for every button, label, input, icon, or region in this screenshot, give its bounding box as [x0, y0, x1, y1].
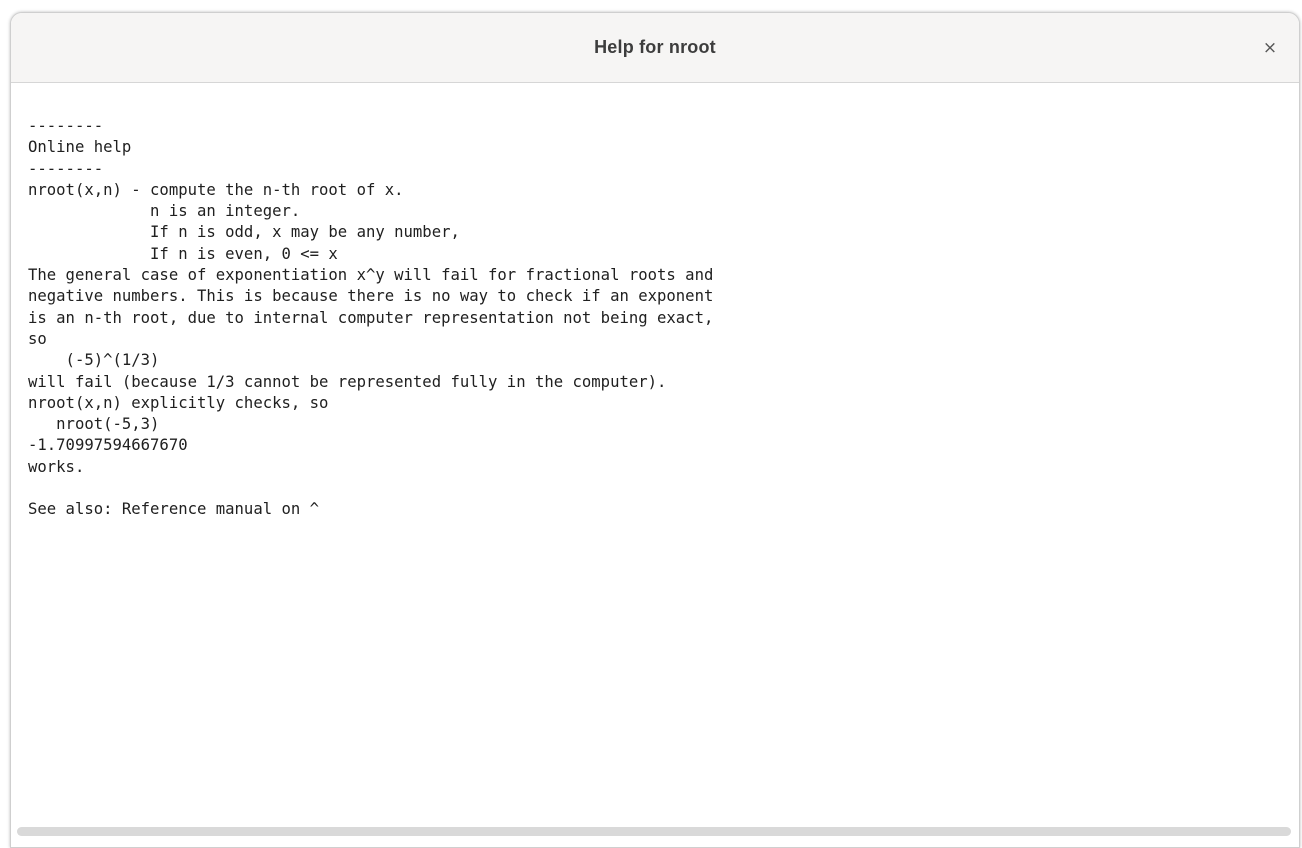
help-line: -1.70997594667670 [28, 436, 188, 455]
horizontal-scrollbar-thumb[interactable] [17, 827, 1291, 836]
help-line: n is an integer. [28, 202, 301, 221]
help-line: If n is even, 0 <= x [28, 244, 338, 263]
horizontal-scrollbar[interactable] [17, 827, 1291, 836]
help-line: nroot(-5,3) [28, 415, 160, 434]
help-line: -------- [28, 117, 104, 135]
help-line: Online help [28, 138, 132, 157]
help-line: -------- [28, 159, 104, 178]
help-line: is an n-th root, due to internal compute… [28, 308, 714, 327]
close-icon[interactable]: × [1257, 35, 1283, 61]
help-line: so [28, 329, 47, 348]
window-title: Help for nroot [594, 37, 716, 57]
help-dialog: Help for nroot × -------- Online help --… [10, 12, 1300, 848]
title-bar[interactable]: Help for nroot × [11, 13, 1299, 83]
help-line: The general case of exponentiation x^y w… [28, 266, 714, 285]
help-line: (-5)^(1/3) [28, 351, 160, 370]
help-line: works. [28, 457, 85, 476]
help-line: nroot(x,n) - compute the n-th root of x. [28, 180, 404, 199]
help-line: will fail (because 1/3 cannot be represe… [28, 372, 667, 391]
help-text: -------- Online help -------- nroot(x,n)… [28, 116, 1299, 521]
see-also-line: See also: Reference manual on ^ [28, 500, 320, 519]
help-line: If n is odd, x may be any number, [28, 223, 460, 242]
help-line: negative numbers. This is because there … [28, 287, 714, 306]
help-line: nroot(x,n) explicitly checks, so [28, 393, 329, 412]
help-content-area[interactable]: -------- Online help -------- nroot(x,n)… [11, 83, 1299, 823]
